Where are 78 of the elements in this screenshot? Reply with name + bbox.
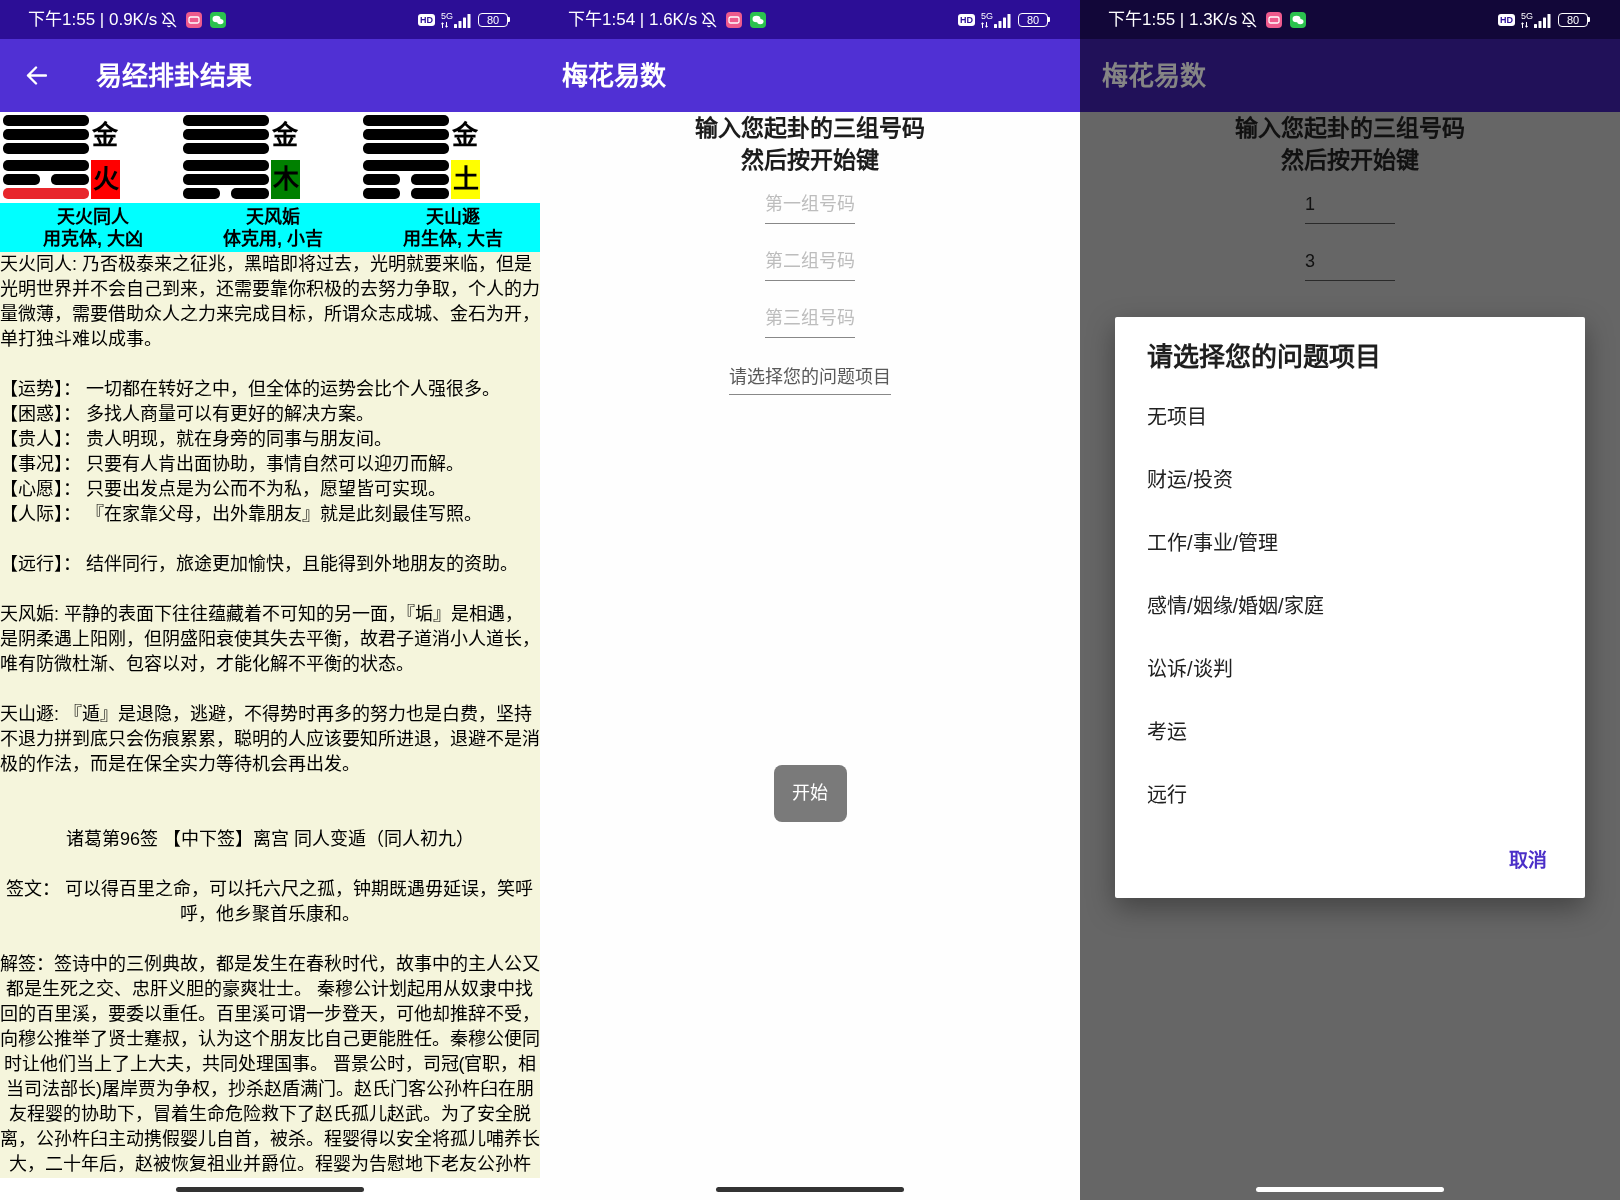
- network-type: 5G: [1521, 11, 1533, 21]
- app-bar-title: 易经排卦结果: [96, 59, 252, 92]
- app-icon: [186, 11, 203, 28]
- element-label: 金: [452, 120, 478, 149]
- status-time-speed: 下午1:55 | 0.9K/s: [28, 9, 158, 30]
- app-bar-title: 梅花易数: [562, 59, 666, 92]
- option-item[interactable]: 感情/姻缘/婚姻/家庭: [1115, 574, 1585, 637]
- status-time-speed: 下午1:55 | 1.3K/s: [1108, 9, 1238, 30]
- fortune-line: 【心愿】： 只要出发点是为公而不为私，愿望皆可实现。: [0, 478, 447, 501]
- dialog-title: 请选择您的问题项目: [1146, 341, 1382, 374]
- number-field[interactable]: 第一组号码: [765, 184, 855, 224]
- option-item[interactable]: 无项目: [1115, 385, 1585, 448]
- element-tag: 木: [271, 160, 300, 199]
- lot-title: 诸葛第96签 【中下签】离宫 同人变遁（同人初九）: [65, 828, 475, 851]
- network-type: 5G: [981, 11, 993, 21]
- option-item[interactable]: 工作/事业/管理: [1115, 511, 1585, 574]
- reading-paragraph: 天火同人: 乃否极泰来之征兆，黑暗即将过去，光明就要来临，但是光明世界并不会自己到来，还需要靠你积极的去努力争取，个人的力量微薄，需要借助众人之力来完成目标，所谓众志成城、金石为开，单打独斗难以成事。: [0, 253, 540, 351]
- fortune-line: 【贵人】： 贵人明现，就在身旁的同事与朋友间。: [0, 428, 393, 451]
- fortune-line: 【困惑】： 多找人商量可以有更好的解决方案。: [0, 403, 375, 426]
- app-bar-title: 梅花易数: [1102, 59, 1206, 92]
- reading-paragraph: 天风姤: 平静的表面下往往蕴藏着不可知的另一面，『垢』是相遇，是阴柔遇上阳刚，但阴盛阳衰使其失去平衡，故君子道消小人道长，唯有防微杜渐、包容以对，才能化解不平衡的状态。: [0, 603, 540, 676]
- hexagram-verdict: 用生体, 大吉: [403, 228, 503, 250]
- bell-off-icon: [701, 11, 718, 28]
- fortune-line: 【远行】： 结伴同行，旅途更加愉快，且能得到外地朋友的资助。: [0, 553, 519, 576]
- element-tag: 土: [451, 160, 480, 199]
- battery-indicator: 80: [478, 12, 510, 27]
- home-indicator[interactable]: [1256, 1186, 1444, 1192]
- lot-text: 解签：签诗中的三例典故，都是发生在春秋时代，故事中的主人公又都是生死之交、忠肝义胆的豪爽壮士。 秦穆公计划起用从奴隶中找回的百里溪，要委以重任。百里溪可谓一步登天，可他却推辞不受，向穆公推举了贤士蹇叔，认为这个朋友比自己更能胜任。秦穆公便同时让他们当上了上大夫，共同处理国事。 晋景公时，司冠(官职，相当司法部长)屠岸贾为争权，抄杀赵盾满门。赵氏门客公孙杵臼在朋友程婴的协助下，冒着生命危险救下了赵氏孤儿赵武。为了安全脱离，公孙杵臼主动携假婴儿自首，被杀。程婴得以安全将孤儿哺养长大，二十年后，赵被恢复祖业并爵位。程婴为告慰地下老友公孙杵: [0, 953, 540, 1176]
- hexagram-name: 天火同人: [57, 206, 129, 228]
- signal-bars-icon: [454, 13, 471, 28]
- instruction-text: 输入您起卦的三组号码: [695, 114, 925, 143]
- chat-bubbles-icon: [1290, 11, 1307, 28]
- data-arrows-icon: [441, 21, 448, 28]
- start-button[interactable]: 开始: [773, 765, 847, 822]
- signal-bars-icon: [1534, 13, 1551, 28]
- hexagram-verdict: 用克体, 大凶: [43, 228, 143, 250]
- instruction-text: 然后按开始键: [741, 146, 879, 175]
- home-indicator[interactable]: [176, 1186, 364, 1192]
- cancel-button[interactable]: 取消: [1509, 841, 1547, 881]
- hd-badge: HD: [418, 13, 435, 26]
- fortune-line: 【人际】： 『在家靠父母，出外靠朋友』就是此刻最佳写照。: [0, 503, 483, 526]
- battery-indicator: 80: [1018, 12, 1050, 27]
- number-field[interactable]: 第三组号码: [765, 298, 855, 338]
- back-arrow-icon: [25, 66, 47, 85]
- lot-text: 签文： 可以得百里之命，可以托六尺之孤，钟期既遇毋延误，笑呼呼，他乡聚首乐康和。: [5, 878, 535, 926]
- element-label: 金: [92, 120, 118, 149]
- hd-badge: HD: [958, 13, 975, 26]
- instruction-text: 输入您起卦的三组号码: [1235, 114, 1465, 143]
- option-item[interactable]: 财运/投资: [1115, 448, 1585, 511]
- signal-bars-icon: [994, 13, 1011, 28]
- number-field[interactable]: 第二组号码: [765, 241, 855, 281]
- app-icon: [726, 11, 743, 28]
- chat-bubbles-icon: [750, 11, 767, 28]
- battery-indicator: 80: [1558, 12, 1590, 27]
- question-select[interactable]: 请选择您的问题项目: [729, 355, 891, 395]
- reading-paragraph: 天山遯: 『遁』是退隐，逃避，不得势时再多的努力也是白费，坚持不退力拼到底只会伤痕累累，聪明的人应该要知所进退，退避不是消极的作法，而是在保全实力等待机会再出发。: [0, 703, 540, 776]
- bell-off-icon: [161, 11, 178, 28]
- hexagram-verdict: 体克用, 小吉: [223, 228, 323, 250]
- bell-off-icon: [1241, 11, 1258, 28]
- network-type: 5G: [441, 11, 453, 21]
- data-arrows-icon: [1521, 21, 1528, 28]
- status-time-speed: 下午1:54 | 1.6K/s: [568, 9, 698, 30]
- app-icon: [1266, 11, 1283, 28]
- instruction-text: 然后按开始键: [1281, 146, 1419, 175]
- hd-badge: HD: [1498, 13, 1515, 26]
- home-indicator[interactable]: [716, 1186, 904, 1192]
- option-item[interactable]: 讼诉/谈判: [1115, 637, 1585, 700]
- fortune-line: 【运势】： 一切都在转好之中，但全体的运势会比个人强很多。: [0, 378, 501, 401]
- option-item[interactable]: 考运: [1115, 700, 1585, 763]
- element-tag: 火: [91, 160, 120, 199]
- option-item[interactable]: 远行: [1115, 763, 1585, 826]
- chat-bubbles-icon: [210, 11, 227, 28]
- element-label: 金: [272, 120, 298, 149]
- data-arrows-icon: [981, 21, 988, 28]
- back-button[interactable]: [24, 63, 48, 88]
- hexagram-name: 天山遯: [426, 206, 480, 228]
- hexagram-name: 天风姤: [246, 206, 300, 228]
- fortune-line: 【事况】： 只要有人肯出面协助，事情自然可以迎刃而解。: [0, 453, 465, 476]
